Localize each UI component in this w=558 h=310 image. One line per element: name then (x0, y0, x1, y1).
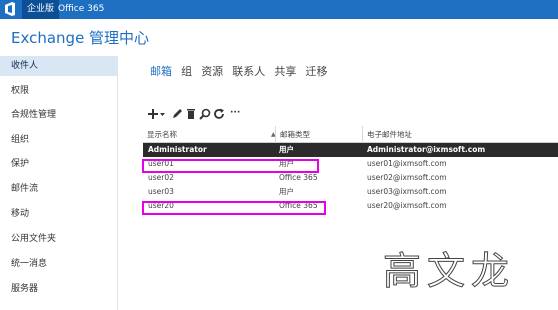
highlight-box-user20 (142, 201, 326, 215)
tab-contacts[interactable]: 联系人 (232, 65, 265, 78)
cell-email: user20@ixmsoft.com (367, 201, 447, 210)
tab-groups[interactable]: 组 (181, 65, 192, 78)
cell-mailbox-type: 用户 (279, 187, 294, 196)
column-header-email[interactable]: 电子邮件地址 (362, 126, 558, 143)
cell-display-name: user03 (148, 187, 174, 196)
sidebar-item-permissions[interactable]: 权限 (0, 81, 118, 101)
sidebar-item-mail-flow[interactable]: 邮件流 (0, 179, 118, 199)
cell-email: user03@ixmsoft.com (367, 187, 447, 196)
edit-icon[interactable] (170, 107, 184, 121)
sidebar-item-compliance[interactable]: 合规性管理 (0, 105, 118, 125)
column-header-display-name[interactable]: 显示名称 (143, 126, 275, 143)
cell-email: user01@ixmsoft.com (367, 159, 447, 168)
tab-enterprise[interactable]: 企业版 (22, 0, 60, 19)
sidebar-item-organization[interactable]: 组织 (0, 130, 118, 150)
sidebar-item-servers[interactable]: 服务器 (0, 279, 118, 299)
tab-mailboxes[interactable]: 邮箱 (150, 65, 172, 78)
cell-display-name: Administrator (148, 145, 207, 154)
search-icon[interactable] (198, 107, 212, 121)
more-icon[interactable]: ··· (230, 107, 244, 121)
office-logo-icon[interactable] (4, 2, 16, 16)
table-row[interactable]: user03 用户 user03@ixmsoft.com (143, 185, 558, 199)
highlight-box-user01 (142, 159, 319, 173)
delete-icon[interactable] (184, 107, 198, 121)
sidebar-item-unified-messaging[interactable]: 统一消息 (0, 254, 118, 274)
recipients-subnav: 邮箱 组 资源 联系人 共享 迁移 (150, 60, 331, 79)
tab-office365[interactable]: Office 365 (58, 0, 104, 19)
watermark: 高文龙 (382, 249, 516, 294)
cell-email: Administrator@ixmsoft.com (367, 145, 486, 154)
sidebar-item-protection[interactable]: 保护 (0, 154, 118, 174)
tab-shared[interactable]: 共享 (274, 65, 296, 78)
refresh-icon[interactable] (212, 107, 226, 121)
cell-mailbox-type: 用户 (279, 145, 294, 154)
sidebar-item-recipients[interactable]: 收件人 (0, 56, 118, 76)
table-row[interactable]: Administrator 用户 Administrator@ixmsoft.c… (143, 143, 558, 157)
cell-display-name: user02 (148, 173, 174, 182)
sidebar: 收件人 权限 合规性管理 组织 保护 邮件流 移动 公用文件夹 统一消息 服务器 (0, 56, 118, 310)
table-header: 显示名称 ▲ 邮箱类型 电子邮件地址 (143, 126, 558, 143)
cell-mailbox-type: Office 365 (279, 173, 318, 182)
sidebar-item-mobile[interactable]: 移动 (0, 204, 118, 224)
cell-email: user02@ixmsoft.com (367, 173, 447, 182)
table-row[interactable]: user02 Office 365 user02@ixmsoft.com (143, 171, 558, 185)
tab-migration[interactable]: 迁移 (305, 65, 327, 78)
sidebar-item-public-folders[interactable]: 公用文件夹 (0, 229, 118, 249)
column-header-mailbox-type[interactable]: 邮箱类型 (275, 126, 362, 143)
add-icon[interactable] (148, 107, 166, 121)
top-bar: 企业版 Office 365 (0, 0, 558, 19)
app-title: Exchange 管理中心 (11, 29, 150, 47)
tab-resources[interactable]: 资源 (201, 65, 223, 78)
